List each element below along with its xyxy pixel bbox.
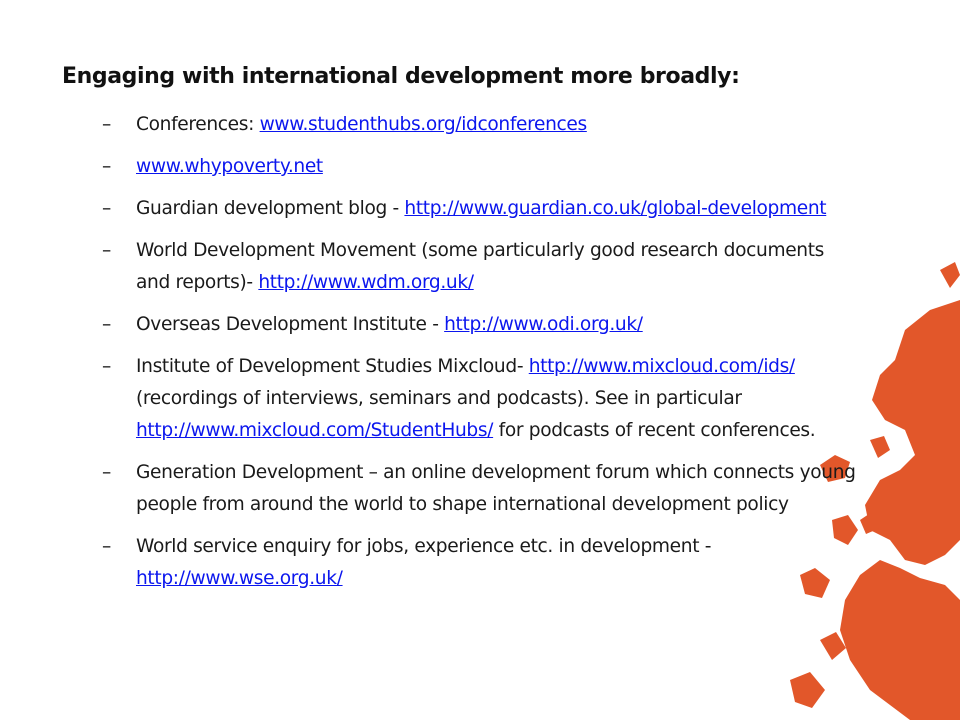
list-item: – Conferences: www.studenthubs.org/idcon…	[62, 109, 862, 141]
resource-list: – Conferences: www.studenthubs.org/idcon…	[62, 109, 862, 595]
list-item: – World Development Movement (some parti…	[62, 235, 862, 299]
item-text: Generation Development – an online devel…	[136, 462, 856, 515]
list-item: – Institute of Development Studies Mixcl…	[62, 351, 862, 447]
item-text: Institute of Development Studies Mixclou…	[136, 356, 529, 377]
item-text: World Development Movement (some particu…	[136, 240, 825, 293]
item-text: for podcasts of recent conferences.	[493, 420, 816, 441]
item-text: World service enquiry for jobs, experien…	[136, 536, 712, 557]
list-item: – www.whypoverty.net	[62, 151, 862, 183]
slide-heading: Engaging with international development …	[62, 64, 740, 89]
item-link[interactable]: http://www.wdm.org.uk/	[258, 272, 474, 293]
item-link[interactable]: www.studenthubs.org/idconferences	[260, 114, 588, 135]
item-text: Overseas Development Institute -	[136, 314, 445, 335]
item-link[interactable]: http://www.wse.org.uk/	[136, 568, 343, 589]
bullet-dash: –	[102, 240, 111, 261]
bullet-dash: –	[102, 156, 111, 177]
item-text: Conferences:	[136, 114, 260, 135]
bullet-dash: –	[102, 536, 111, 557]
bullet-dash: –	[102, 198, 111, 219]
item-text: Guardian development blog -	[136, 198, 405, 219]
list-item: – Generation Development – an online dev…	[62, 457, 862, 521]
bullet-dash: –	[102, 314, 111, 335]
slide-content: Engaging with international development …	[62, 64, 862, 605]
list-item: – Guardian development blog - http://www…	[62, 193, 862, 225]
item-text: (recordings of interviews, seminars and …	[136, 388, 742, 409]
item-link-secondary[interactable]: http://www.mixcloud.com/StudentHubs/	[136, 420, 493, 441]
bullet-dash: –	[102, 462, 111, 483]
item-link[interactable]: www.whypoverty.net	[136, 156, 323, 177]
bullet-dash: –	[102, 356, 111, 377]
list-item: – World service enquiry for jobs, experi…	[62, 531, 862, 595]
item-link[interactable]: http://www.guardian.co.uk/global-develop…	[404, 198, 826, 219]
bullet-dash: –	[102, 114, 111, 135]
list-item: – Overseas Development Institute - http:…	[62, 309, 862, 341]
item-link[interactable]: http://www.mixcloud.com/ids/	[529, 356, 795, 377]
item-link[interactable]: http://www.odi.org.uk/	[444, 314, 643, 335]
